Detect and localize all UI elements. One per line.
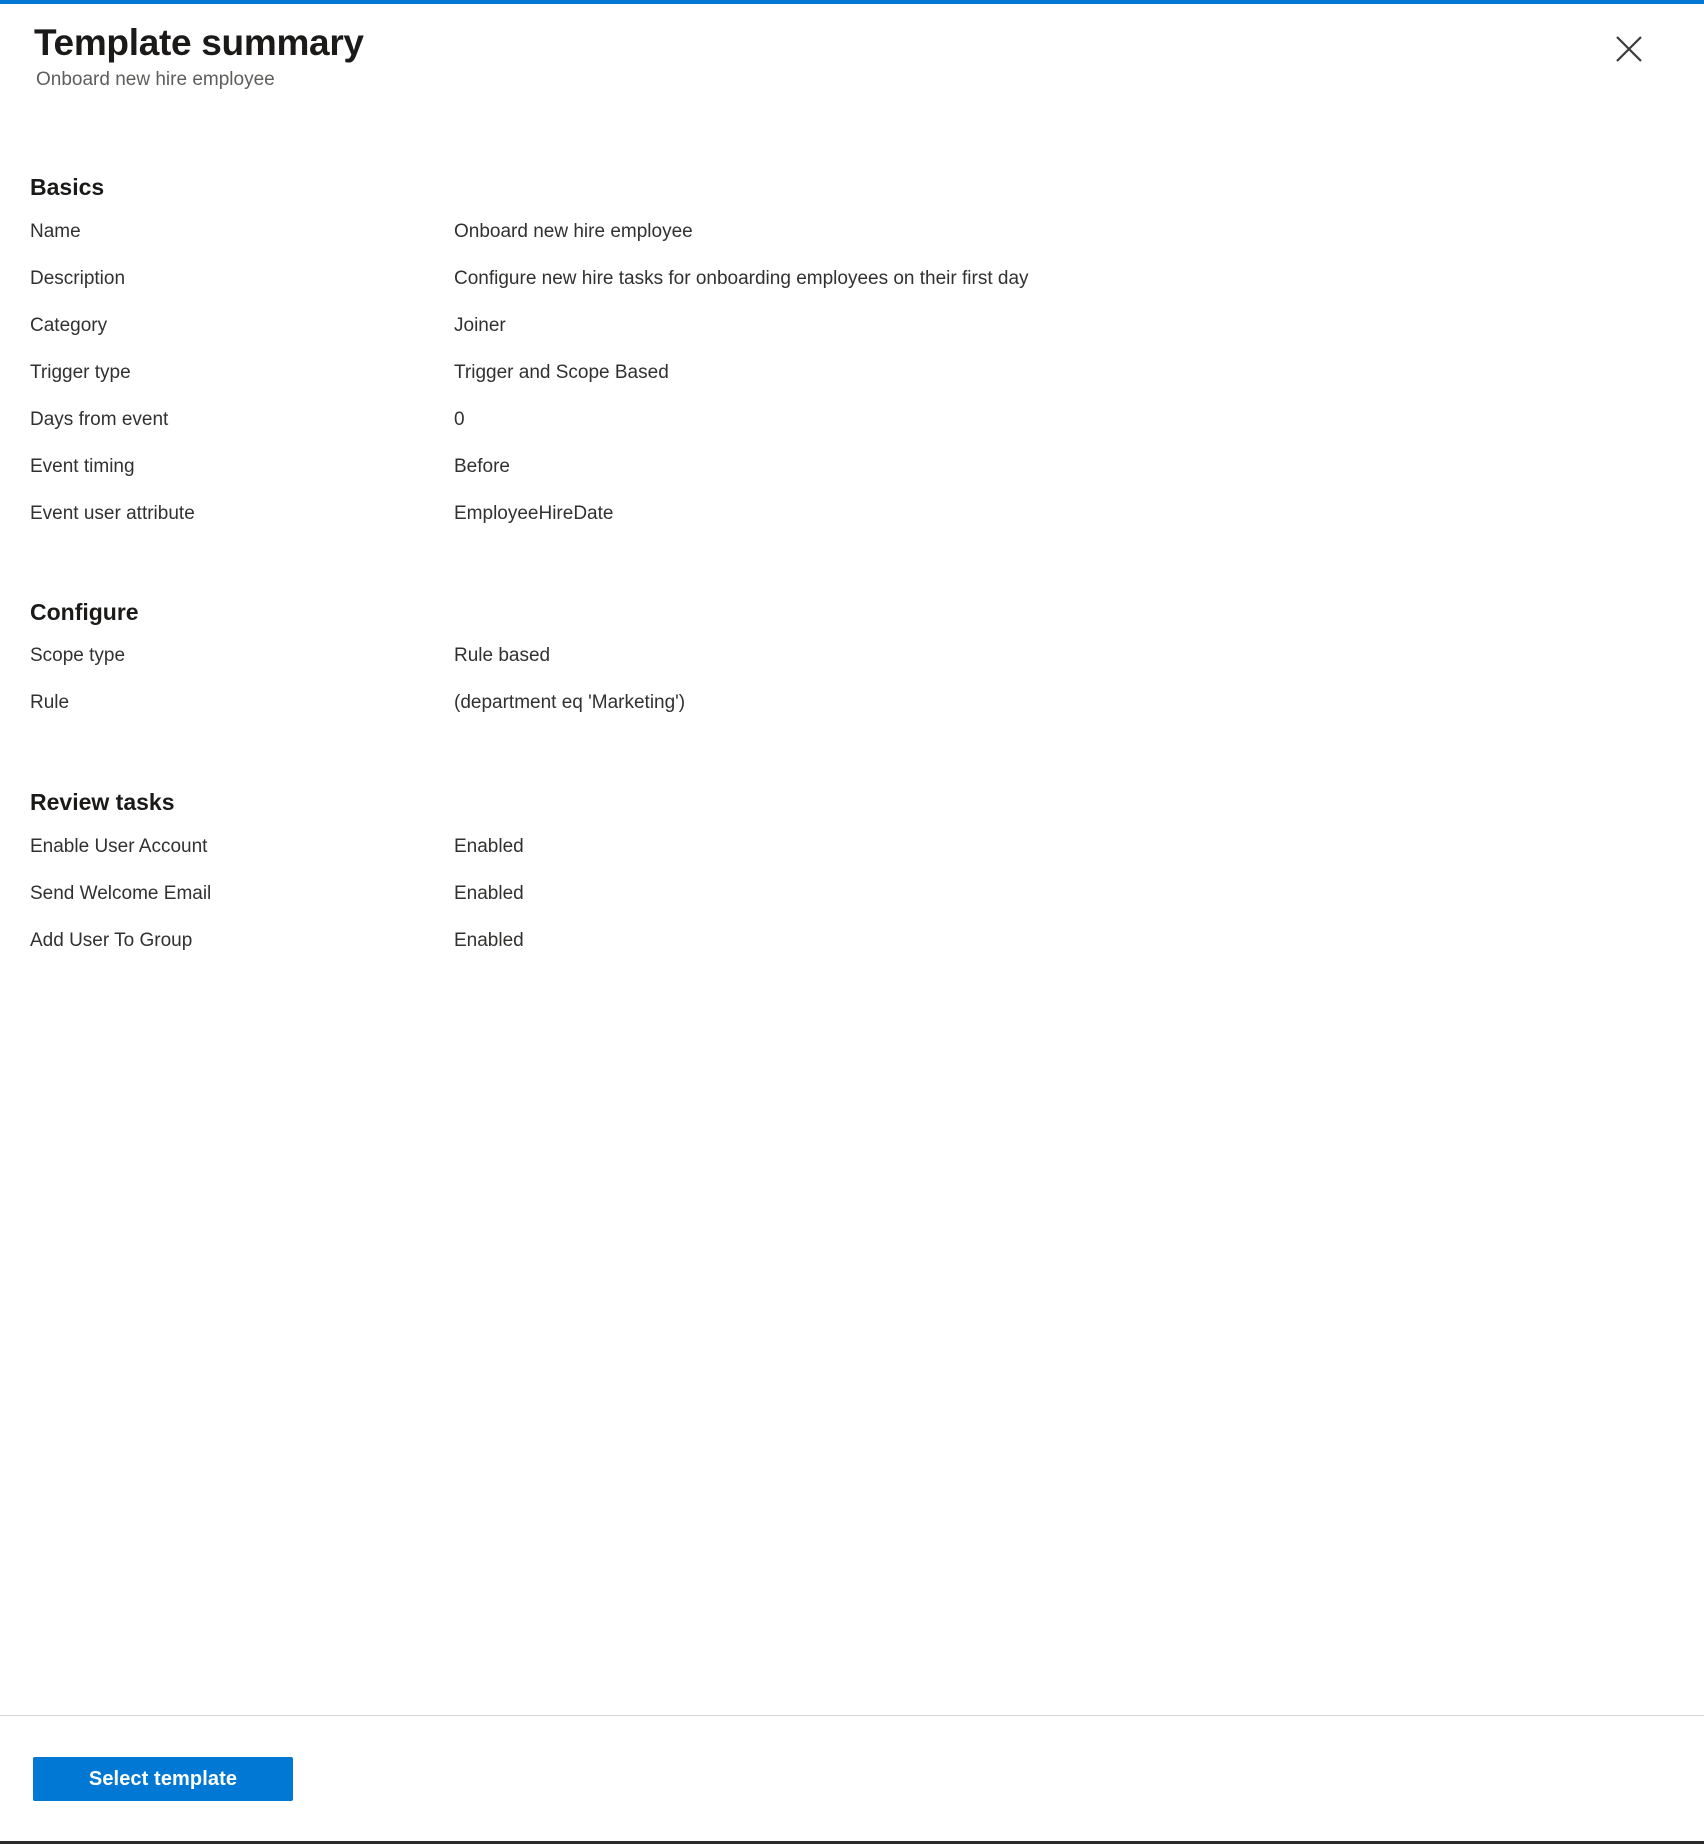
section-heading-review-tasks: Review tasks (30, 789, 175, 816)
row-label: Event user attribute (30, 502, 195, 524)
row-value: Trigger and Scope Based (454, 361, 669, 383)
blade-body: Basics Name Onboard new hire employee De… (0, 92, 1704, 1715)
row-value: (department eq 'Marketing') (454, 692, 686, 714)
section-configure: Configure Scope type Rule based Rule (de… (30, 549, 1668, 739)
summary-row: Event user attribute EmployeeHireDate (30, 502, 1668, 549)
summary-row: Add User To Group Enabled (30, 929, 1668, 976)
configure-rows: Scope type Rule based Rule (department e… (30, 644, 1668, 738)
row-value: Enabled (454, 883, 524, 905)
summary-row: Event timing Before (30, 455, 1668, 502)
summary-row: Rule (department eq 'Marketing') (30, 691, 1668, 738)
close-button[interactable] (1604, 24, 1654, 74)
row-value: Configure new hire tasks for onboarding … (454, 267, 1029, 289)
summary-row: Enable User Account Enabled (30, 835, 1668, 882)
row-label: Event timing (30, 455, 135, 477)
template-summary-blade: Template summary Onboard new hire employ… (0, 0, 1704, 1844)
page-subtitle: Onboard new hire employee (36, 69, 275, 91)
close-icon (1615, 35, 1643, 63)
row-label: Scope type (30, 645, 126, 667)
row-label: Trigger type (30, 361, 131, 383)
row-label: Category (30, 314, 108, 336)
section-heading-configure: Configure (30, 598, 139, 625)
select-template-button[interactable]: Select template (33, 1757, 293, 1801)
row-label: Description (30, 267, 126, 289)
row-value: Onboard new hire employee (454, 220, 693, 242)
section-review-tasks: Review tasks Enable User Account Enabled… (30, 738, 1668, 976)
section-basics: Basics Name Onboard new hire employee De… (30, 92, 1668, 549)
summary-row: Scope type Rule based (30, 644, 1668, 691)
row-label: Days from event (30, 408, 169, 430)
page-title: Template summary (34, 22, 364, 63)
row-label: Rule (30, 692, 70, 714)
row-value: Enabled (454, 930, 524, 952)
summary-row: Name Onboard new hire employee (30, 220, 1668, 267)
summary-row: Description Configure new hire tasks for… (30, 267, 1668, 314)
summary-row: Send Welcome Email Enabled (30, 882, 1668, 929)
row-value: Joiner (454, 314, 506, 336)
blade-footer: Select template (0, 1715, 1704, 1841)
row-value: Rule based (454, 645, 551, 667)
row-label: Enable User Account (30, 836, 208, 858)
row-label: Add User To Group (30, 930, 193, 952)
summary-row: Days from event 0 (30, 408, 1668, 455)
basics-rows: Name Onboard new hire employee Descripti… (30, 220, 1668, 549)
row-value: EmployeeHireDate (454, 502, 614, 524)
row-label: Name (30, 220, 81, 242)
summary-row: Trigger type Trigger and Scope Based (30, 361, 1668, 408)
blade-header: Template summary Onboard new hire employ… (0, 4, 1704, 92)
row-label: Send Welcome Email (30, 883, 212, 905)
section-heading-basics: Basics (30, 174, 105, 201)
row-value: 0 (454, 408, 465, 430)
row-value: Enabled (454, 836, 524, 858)
summary-row: Category Joiner (30, 314, 1668, 361)
row-value: Before (454, 455, 510, 477)
review-tasks-rows: Enable User Account Enabled Send Welcome… (30, 835, 1668, 976)
